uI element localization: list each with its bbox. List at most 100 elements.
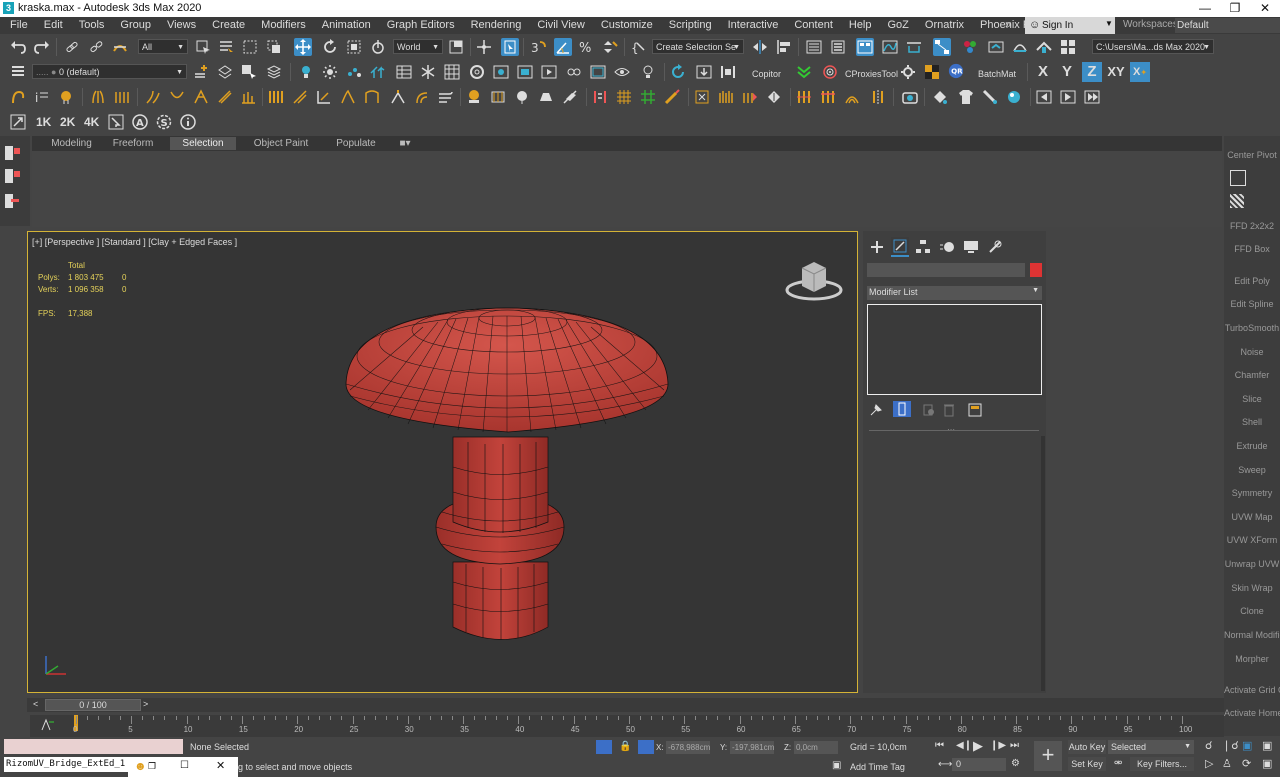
time-prev-icon[interactable]: < — [33, 699, 38, 709]
selection-filter-dropdown[interactable]: All ▼ — [138, 39, 188, 54]
curve-editor-icon[interactable] — [882, 39, 898, 55]
menu-create[interactable]: Create — [212, 19, 245, 31]
z-coordinate-field[interactable]: 0,0cm — [794, 741, 838, 754]
track-bar[interactable]: 0 5 10 15 20 25 30 35 40 45 50 55 60 65 70 75 80 85 90 95 10… — [30, 715, 1224, 737]
wind-icon[interactable] — [438, 89, 454, 105]
angle-snap-button[interactable] — [554, 38, 572, 56]
absolute-mode-icon[interactable] — [638, 740, 654, 754]
paint-bucket-icon[interactable] — [932, 89, 948, 105]
frizz-icon[interactable] — [114, 89, 130, 105]
strand-groups-icon[interactable] — [592, 89, 608, 105]
tape-icon[interactable] — [982, 89, 998, 105]
select-move-button[interactable] — [294, 38, 312, 56]
layer-dropdown[interactable]: ..... ● 0 (default) ▼ — [32, 64, 187, 79]
texture-2k-button[interactable]: 2K — [60, 115, 75, 129]
info-icon[interactable] — [180, 114, 196, 130]
select-region-icon[interactable] — [108, 114, 124, 130]
unwrap-uvw-button[interactable]: Unwrap UVW — [1224, 559, 1280, 569]
shirt-icon[interactable] — [958, 89, 974, 105]
skin-wrap-button[interactable]: Skin Wrap — [1224, 583, 1280, 593]
uvw-xform-button[interactable]: UVW XForm — [1224, 535, 1280, 545]
guides-icon[interactable]: i — [34, 89, 50, 105]
menu-scripting[interactable]: Scripting — [669, 19, 712, 31]
axis-x-button[interactable]: X — [1033, 62, 1053, 82]
menu-civil-view[interactable]: Civil View — [537, 19, 584, 31]
hair-brush-icon[interactable] — [364, 89, 380, 105]
play-icon[interactable]: ▶ — [973, 738, 983, 754]
configure-sets-icon[interactable] — [967, 402, 983, 418]
schematic-view-button[interactable] — [933, 38, 951, 56]
object-name-field[interactable] — [867, 263, 1025, 277]
preview-icon[interactable] — [541, 64, 557, 80]
orbit-icon[interactable]: ⟳ — [1242, 757, 1251, 770]
close-button[interactable]: ✕ — [1250, 0, 1280, 17]
table-icon[interactable] — [396, 64, 412, 80]
popup-close-icon[interactable]: ✕ — [216, 759, 225, 772]
morpher-button[interactable]: Morpher — [1224, 654, 1280, 664]
hierarchy-tab-icon[interactable] — [915, 239, 931, 255]
align-pivot-icon[interactable] — [1230, 170, 1246, 186]
scale-icon[interactable] — [346, 39, 362, 55]
camera-capture-icon[interactable] — [902, 89, 918, 105]
gravity-icon[interactable] — [169, 89, 185, 105]
snowflake-icon[interactable] — [420, 64, 436, 80]
create-tab-icon[interactable] — [869, 239, 885, 255]
texture-4k-button[interactable]: 4K — [84, 115, 99, 129]
scene-explorer-icon[interactable] — [806, 39, 822, 55]
make-unique-icon[interactable] — [921, 402, 937, 418]
frizz-2-icon[interactable] — [340, 89, 356, 105]
render-production-icon[interactable] — [1036, 39, 1052, 55]
texture-1k-button[interactable]: 1K — [36, 115, 51, 129]
mesh-from-strands-icon[interactable] — [490, 89, 506, 105]
current-frame-field[interactable]: 0 — [952, 758, 1006, 771]
set-current-layer-icon[interactable] — [266, 64, 282, 80]
remove-modifier-icon[interactable] — [941, 402, 957, 418]
next-frame-icon[interactable]: ❙▶ — [990, 740, 1006, 751]
hair-from-mesh-icon[interactable] — [10, 89, 26, 105]
unlink-icon[interactable] — [88, 39, 104, 55]
time-slider[interactable]: < 0 / 100 > — [27, 698, 1224, 712]
panel-scrollbar[interactable] — [1041, 436, 1045, 691]
menu-content[interactable]: Content — [794, 19, 833, 31]
braid-icon[interactable] — [193, 89, 209, 105]
menu-views[interactable]: Views — [167, 19, 196, 31]
menu-rendering[interactable]: Rendering — [471, 19, 522, 31]
slice-button[interactable]: Slice — [1224, 394, 1280, 404]
extrude-button[interactable]: Extrude — [1224, 441, 1280, 451]
center-pivot-button[interactable]: Center Pivot — [1224, 150, 1280, 160]
spinner-snap-icon[interactable] — [602, 39, 618, 55]
isolate-selection-icon[interactable] — [596, 740, 612, 754]
qr-icon[interactable]: QR — [948, 63, 964, 79]
shell-button[interactable]: Shell — [1224, 417, 1280, 427]
zoom-icon[interactable]: ☌ — [1205, 739, 1212, 752]
safe-frame-icon[interactable] — [590, 64, 606, 80]
select-by-name-icon[interactable] — [218, 39, 234, 55]
time-next-icon[interactable]: > — [143, 699, 148, 709]
surface-comb-icon[interactable] — [316, 89, 332, 105]
comb-icon[interactable] — [217, 89, 233, 105]
key-tangent-icon[interactable]: ⚮ — [1114, 758, 1122, 769]
edit-spline-button[interactable]: Edit Spline — [1224, 299, 1280, 309]
sign-in-dropdown[interactable]: ☺ Sign In ▼ — [1025, 17, 1115, 34]
grid-icon[interactable] — [444, 64, 460, 80]
chamfer-button[interactable]: Chamfer — [1224, 370, 1280, 380]
fur-icon[interactable] — [718, 89, 734, 105]
select-in-layer-icon[interactable] — [241, 64, 257, 80]
menu-graph-editors[interactable]: Graph Editors — [387, 19, 455, 31]
particle-icon[interactable] — [346, 64, 362, 80]
clone-button[interactable]: Clone — [1224, 606, 1280, 616]
key-filters-button[interactable]: Key Filters... — [1130, 757, 1194, 771]
ffd-box-button[interactable]: FFD Box — [1224, 244, 1280, 254]
s-gear-icon[interactable]: S — [156, 114, 172, 130]
feather-icon[interactable] — [562, 89, 578, 105]
popup-window[interactable]: ☻ ❐ ☐ ✕ — [128, 757, 238, 777]
auto-key-button[interactable]: Auto Key — [1068, 740, 1106, 754]
viewport-layout-2-icon[interactable] — [5, 169, 13, 183]
maximize-button[interactable]: ❐ — [1220, 0, 1250, 17]
hash-icon[interactable] — [640, 89, 656, 105]
show-end-result-button[interactable] — [893, 401, 911, 417]
layer-explorer-icon[interactable] — [830, 39, 846, 55]
object-color-swatch[interactable] — [1030, 263, 1042, 277]
axis-constraint-button[interactable]: X✦ — [1130, 62, 1150, 82]
foliage-icon[interactable] — [370, 64, 386, 80]
